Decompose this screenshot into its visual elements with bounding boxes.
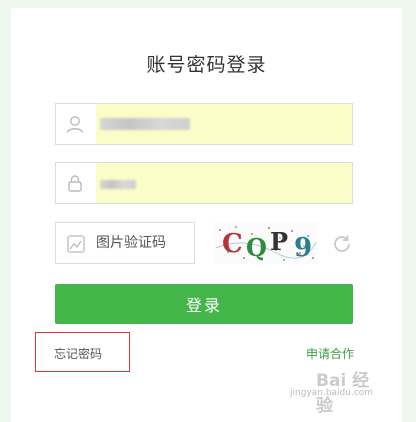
lock-icon [68, 175, 82, 192]
forgot-password-link[interactable]: 忘记密码 [54, 345, 102, 362]
login-card: 账号密码登录 图片验证码 C Q P 9 登录 忘记密码 申请合作 [11, 8, 402, 422]
refresh-icon[interactable] [331, 233, 353, 255]
apply-cooperation-link[interactable]: 申请合作 [306, 345, 354, 362]
captcha-input[interactable] [96, 233, 188, 253]
username-field[interactable] [55, 103, 353, 145]
user-icon [66, 116, 84, 133]
password-autofill-area[interactable] [96, 163, 352, 203]
redacted-username [100, 118, 190, 130]
image-icon [67, 235, 85, 253]
password-field[interactable] [55, 162, 353, 204]
login-button[interactable]: 登录 [55, 284, 353, 324]
redacted-password [100, 180, 136, 189]
watermark-url: jingyan.baidu.com [290, 388, 374, 398]
username-autofill-area[interactable] [96, 104, 352, 144]
captcha-char: P [270, 227, 288, 256]
captcha-char: 9 [294, 233, 312, 263]
baidu-jingyan-watermark: Bai 经验 jingyan.baidu.com [290, 366, 386, 416]
captcha-image[interactable]: C Q P 9 [214, 222, 318, 264]
page-title: 账号密码登录 [146, 54, 267, 76]
captcha-char: C [222, 229, 243, 259]
captcha-field[interactable] [55, 222, 195, 264]
captcha-char: Q [246, 233, 267, 262]
captcha-image-svg: C Q P 9 [215, 226, 317, 263]
